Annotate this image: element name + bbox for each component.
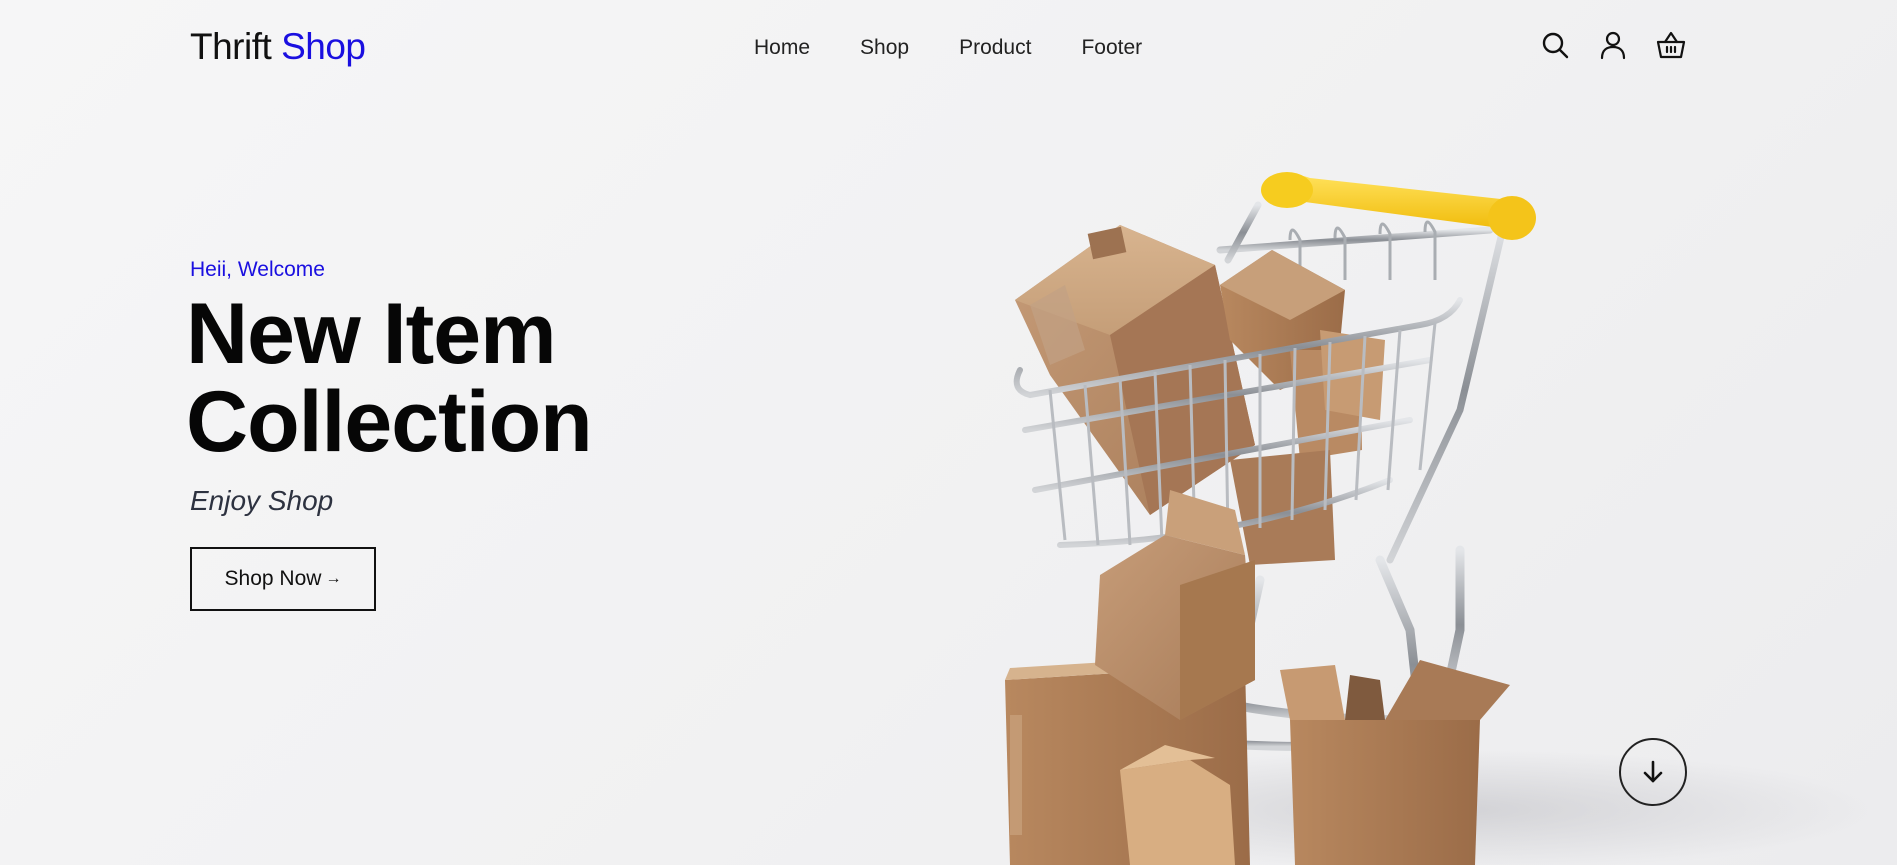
header-actions [1540,30,1686,60]
nav-shop-link[interactable]: Shop [860,36,909,60]
cart-basket-icon[interactable] [1656,30,1686,60]
nav-home-link[interactable]: Home [754,36,810,60]
hero-title: New Item Collection [186,290,593,466]
hero-title-line1: New Item [186,286,557,382]
search-icon[interactable] [1540,30,1570,60]
user-icon[interactable] [1598,30,1628,60]
arrow-down-icon [1643,760,1663,783]
shop-now-label: Shop Now [224,567,322,590]
hero-greeting: Heii, Welcome [190,258,325,281]
nav-product-link[interactable]: Product [959,36,1031,60]
scroll-down-button[interactable] [1619,738,1687,806]
brand-name-accent: Shop [281,26,366,67]
hero-subtitle: Enjoy Shop [190,485,334,516]
brand-logo[interactable]: Thrift Shop [190,26,366,68]
shop-now-button[interactable]: Shop Now → [190,547,376,611]
hero-title-line2: Collection [186,374,593,470]
main-nav: Home Shop Product Footer [754,36,1142,60]
arrow-right-icon: → [325,570,342,587]
nav-footer-link[interactable]: Footer [1081,36,1142,60]
hero-cart-illustration [1005,172,1880,865]
brand-name-primary: Thrift [190,26,272,67]
landing-page: Thrift Shop Home Shop Product Footer Hei… [0,0,1897,865]
